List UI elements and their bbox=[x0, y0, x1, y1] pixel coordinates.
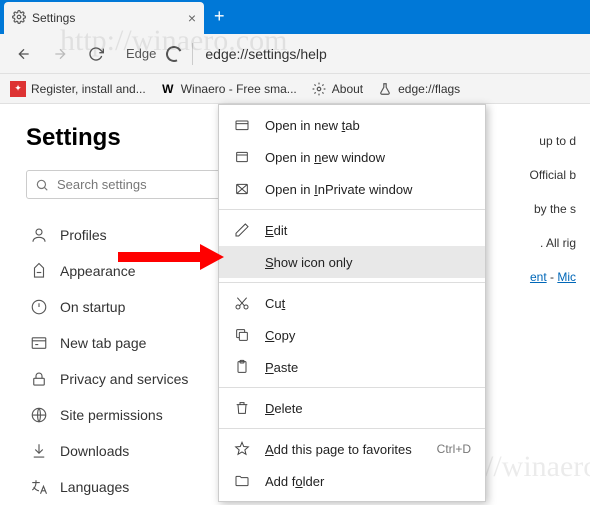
address-label: Edge bbox=[126, 46, 156, 61]
bookmark-item[interactable]: About bbox=[311, 81, 363, 97]
bookmark-item[interactable]: WWinaero - Free sma... bbox=[160, 81, 297, 97]
menu-open-new-tab[interactable]: Open in new tab bbox=[219, 109, 485, 141]
search-icon bbox=[35, 178, 49, 192]
new-tab-button[interactable]: + bbox=[204, 0, 235, 33]
cut-icon bbox=[233, 294, 251, 312]
back-button[interactable] bbox=[8, 38, 40, 70]
separator bbox=[219, 209, 485, 210]
refresh-button[interactable] bbox=[80, 38, 112, 70]
site-icon bbox=[30, 406, 48, 424]
menu-show-icon-only[interactable]: Show icon only bbox=[219, 246, 485, 278]
inprivate-icon bbox=[233, 180, 251, 198]
paste-icon bbox=[233, 358, 251, 376]
download-icon bbox=[30, 442, 48, 460]
power-icon bbox=[30, 298, 48, 316]
sidebar-item-languages[interactable]: Languages bbox=[26, 469, 234, 505]
menu-add-folder[interactable]: Add folder bbox=[219, 465, 485, 497]
profile-icon bbox=[30, 226, 48, 244]
edge-icon bbox=[164, 43, 185, 64]
search-input[interactable]: Search settings bbox=[26, 170, 234, 199]
menu-paste[interactable]: Paste bbox=[219, 351, 485, 383]
appearance-icon bbox=[30, 262, 48, 280]
separator bbox=[219, 282, 485, 283]
toolbar: Edge edge://settings/help bbox=[0, 34, 590, 74]
newtab-icon bbox=[30, 334, 48, 352]
delete-icon bbox=[233, 399, 251, 417]
menu-delete[interactable]: Delete bbox=[219, 392, 485, 424]
edit-icon bbox=[233, 221, 251, 239]
window-icon bbox=[233, 148, 251, 166]
sidebar-item-site[interactable]: Site permissions bbox=[26, 397, 234, 433]
sidebar-item-startup[interactable]: On startup bbox=[26, 289, 234, 325]
bookmark-item[interactable]: edge://flags bbox=[377, 81, 460, 97]
annotation-arrow bbox=[118, 244, 228, 270]
sidebar-item-downloads[interactable]: Downloads bbox=[26, 433, 234, 469]
tab-icon bbox=[233, 116, 251, 134]
page-title: Settings bbox=[26, 124, 234, 152]
favicon-icon: W bbox=[160, 81, 176, 97]
forward-button[interactable] bbox=[44, 38, 76, 70]
bookmarks-bar: ✦Register, install and... WWinaero - Fre… bbox=[0, 74, 590, 104]
flask-icon bbox=[377, 81, 393, 97]
close-tab-icon[interactable]: × bbox=[188, 10, 196, 26]
context-menu: Open in new tab Open in new window Open … bbox=[218, 104, 486, 502]
folder-icon bbox=[233, 472, 251, 490]
language-icon bbox=[30, 478, 48, 496]
menu-add-favorites[interactable]: Add this page to favoritesCtrl+D bbox=[219, 433, 485, 465]
shortcut: Ctrl+D bbox=[437, 442, 471, 456]
separator bbox=[219, 387, 485, 388]
sidebar-item-newtab[interactable]: New tab page bbox=[26, 325, 234, 361]
address-url: edge://settings/help bbox=[192, 43, 326, 65]
menu-cut[interactable]: Cut bbox=[219, 287, 485, 319]
favicon-icon: ✦ bbox=[10, 81, 26, 97]
lock-icon bbox=[30, 370, 48, 388]
menu-open-inprivate[interactable]: Open in InPrivate window bbox=[219, 173, 485, 205]
address-bar[interactable]: Edge edge://settings/help bbox=[116, 43, 582, 65]
star-icon bbox=[233, 440, 251, 458]
gear-icon bbox=[311, 81, 327, 97]
browser-tab[interactable]: Settings × bbox=[4, 2, 204, 34]
bookmark-item[interactable]: ✦Register, install and... bbox=[10, 81, 146, 97]
link[interactable]: ent bbox=[530, 270, 547, 284]
link[interactable]: Mic bbox=[557, 270, 576, 284]
menu-edit[interactable]: Edit bbox=[219, 214, 485, 246]
blank-icon bbox=[233, 253, 251, 271]
menu-copy[interactable]: Copy bbox=[219, 319, 485, 351]
sidebar-item-privacy[interactable]: Privacy and services bbox=[26, 361, 234, 397]
gear-icon bbox=[12, 10, 26, 27]
copy-icon bbox=[233, 326, 251, 344]
title-bar: Settings × + bbox=[0, 0, 590, 34]
menu-open-new-window[interactable]: Open in new window bbox=[219, 141, 485, 173]
tab-title: Settings bbox=[32, 11, 75, 25]
separator bbox=[219, 428, 485, 429]
